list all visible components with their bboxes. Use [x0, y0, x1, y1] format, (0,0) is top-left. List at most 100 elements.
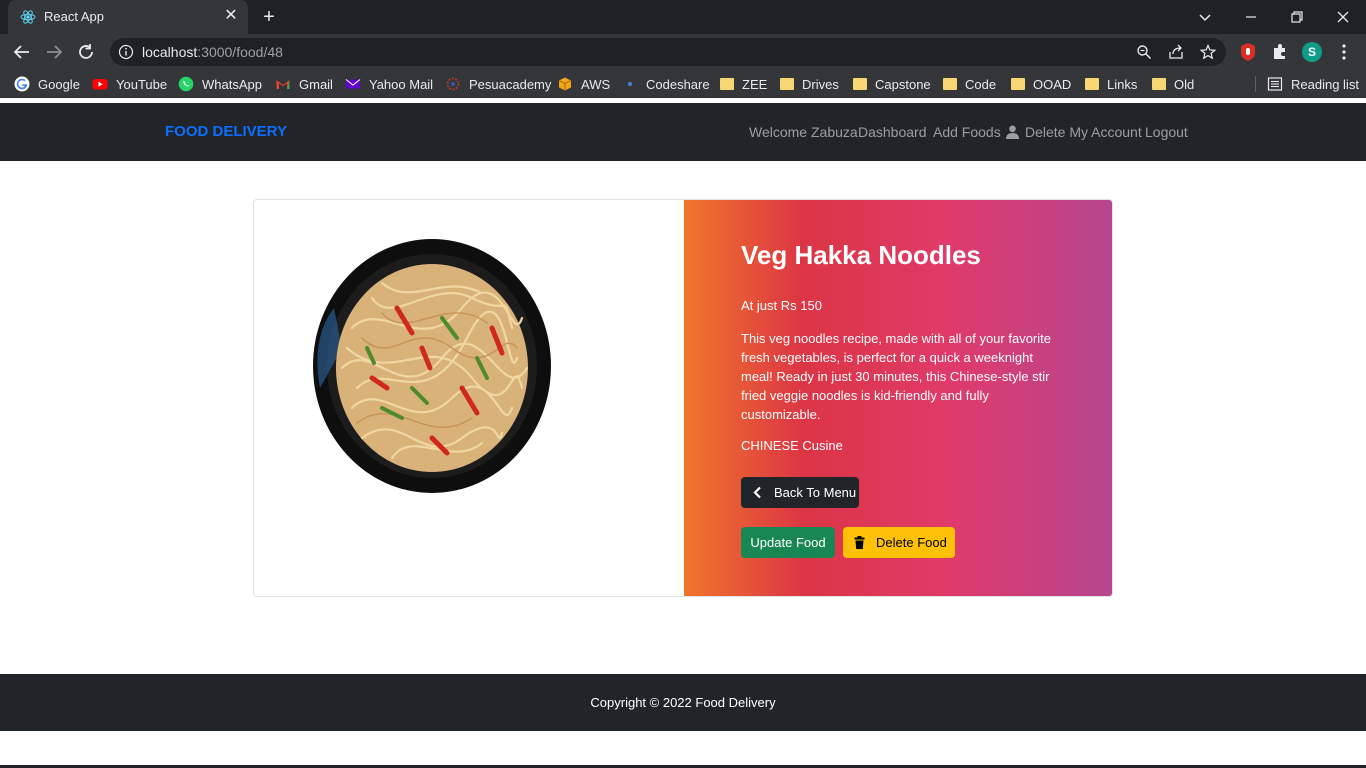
restore-icon[interactable]	[1286, 6, 1308, 28]
more-menu-icon[interactable]	[1334, 42, 1354, 62]
food-price: At just Rs 150	[741, 298, 822, 313]
bookmark-label: Pesuacademy	[469, 76, 552, 92]
back-to-menu-button[interactable]: Back To Menu	[741, 477, 859, 508]
reading-list-button[interactable]: Reading list	[1267, 75, 1359, 93]
bookmark-google[interactable]: Google	[14, 75, 80, 93]
food-cuisine: CHINESE Cusine	[741, 438, 843, 453]
back-arrow-icon[interactable]	[11, 41, 33, 63]
bookmark-aws[interactable]: AWS	[557, 75, 610, 93]
extension-hand-icon[interactable]	[1238, 42, 1258, 62]
site-info-icon[interactable]	[118, 44, 134, 60]
food-name: Veg Hakka Noodles	[741, 240, 981, 270]
food-info-panel: Veg Hakka Noodles At just Rs 150 This ve…	[684, 200, 1112, 596]
close-tab-icon[interactable]: ✕	[223, 8, 239, 24]
bookmark-label: Capstone	[875, 76, 931, 92]
extensions-puzzle-icon[interactable]	[1270, 42, 1290, 62]
update-food-label: Update Food	[750, 535, 826, 550]
delete-food-label: Delete Food	[876, 535, 947, 550]
browser-tabstrip: React App ✕ +	[0, 0, 1366, 34]
chevron-left-icon	[753, 486, 761, 499]
bookmark-label: Drives	[802, 76, 839, 92]
bookmark-label: Code	[965, 76, 997, 92]
reload-icon[interactable]	[75, 41, 97, 63]
gmail-icon	[276, 80, 290, 89]
whatsapp-icon	[178, 76, 194, 92]
bookmark-folder-ooad[interactable]: OOAD	[1011, 75, 1071, 93]
bookmark-folder-zee[interactable]: ZEE	[720, 75, 767, 93]
food-detail-card: Veg Hakka Noodles At just Rs 150 This ve…	[253, 199, 1113, 597]
codeshare-icon	[627, 81, 633, 87]
food-description: This veg noodles recipe, made with all o…	[741, 331, 1051, 422]
update-food-button[interactable]: Update Food	[741, 527, 835, 558]
url-text: localhost:3000/food/48	[142, 44, 283, 60]
bookmark-folder-drives[interactable]: Drives	[780, 75, 839, 93]
folder-icon	[720, 78, 734, 90]
user-icon	[1006, 125, 1019, 139]
bookmark-label: Codeshare	[646, 76, 710, 92]
nav-delete-account[interactable]: Delete My Account	[1025, 124, 1142, 140]
bookmarks-bar: Google YouTube WhatsApp Gmail Yahoo Mail…	[0, 70, 1366, 98]
nav-logout[interactable]: Logout	[1145, 124, 1188, 140]
nav-add-foods[interactable]: Add Foods	[933, 124, 1001, 140]
pesuacademy-icon	[446, 77, 460, 91]
bookmark-label: Links	[1107, 76, 1138, 92]
bookmark-whatsapp[interactable]: WhatsApp	[178, 75, 262, 93]
bookmark-label: OOAD	[1033, 76, 1072, 92]
address-bar[interactable]: localhost:3000/food/48	[110, 38, 1226, 66]
bookmark-label: ZEE	[742, 76, 768, 92]
bookmark-label: Google	[38, 76, 80, 92]
page-footer: Copyright © 2022 Food Delivery	[0, 674, 1366, 731]
browser-tab[interactable]: React App ✕	[8, 0, 248, 34]
url-host: localhost	[142, 44, 198, 60]
bookmark-gmail[interactable]: Gmail	[275, 75, 333, 93]
minimize-icon[interactable]	[1240, 6, 1262, 28]
close-window-icon[interactable]	[1332, 6, 1354, 28]
react-icon	[20, 10, 36, 24]
trash-icon	[854, 536, 865, 549]
food-image-panel	[254, 200, 684, 596]
folder-icon	[853, 78, 867, 90]
bookmark-star-icon[interactable]	[1200, 44, 1216, 60]
back-to-menu-label: Back To Menu	[774, 485, 857, 500]
app-navbar: FOOD DELIVERY Welcome Zabuza Dashboard A…	[0, 103, 1366, 161]
folder-icon	[943, 78, 957, 90]
bookmarks-divider	[1255, 76, 1256, 92]
bookmark-folder-code[interactable]: Code	[943, 75, 996, 93]
youtube-icon	[92, 79, 108, 90]
google-icon	[14, 76, 30, 92]
browser-toolbar: localhost:3000/food/48 S	[0, 34, 1366, 70]
profile-avatar[interactable]: S	[1302, 42, 1322, 62]
aws-icon	[558, 77, 572, 91]
folder-icon	[1152, 78, 1166, 90]
bookmark-folder-capstone[interactable]: Capstone	[853, 75, 931, 93]
bookmark-label: AWS	[581, 76, 611, 92]
bookmark-folder-old[interactable]: Old	[1152, 75, 1194, 93]
reading-list-label: Reading list	[1291, 76, 1359, 92]
bookmark-label: Old	[1174, 76, 1195, 92]
bookmark-yahoo-mail[interactable]: Yahoo Mail	[345, 75, 433, 93]
bookmark-label: Yahoo Mail	[369, 76, 434, 92]
tab-search-icon[interactable]	[1194, 6, 1216, 28]
bookmark-youtube[interactable]: YouTube	[92, 75, 167, 93]
folder-icon	[780, 78, 794, 90]
footer-copyright: Copyright © 2022 Food Delivery	[590, 695, 776, 710]
nav-dashboard[interactable]: Dashboard	[858, 124, 927, 140]
delete-food-button[interactable]: Delete Food	[843, 527, 955, 558]
bookmark-label: WhatsApp	[202, 76, 262, 92]
folder-icon	[1011, 78, 1025, 90]
new-tab-button[interactable]: +	[258, 6, 280, 28]
bookmark-codeshare[interactable]: Codeshare	[622, 75, 710, 93]
folder-icon	[1085, 78, 1099, 90]
forward-arrow-icon[interactable]	[43, 41, 65, 63]
bookmark-pesuacademy[interactable]: Pesuacademy	[445, 75, 551, 93]
food-image	[313, 239, 551, 493]
brand-link[interactable]: FOOD DELIVERY	[165, 123, 287, 140]
zoom-icon[interactable]	[1136, 44, 1152, 60]
bookmark-label: YouTube	[116, 76, 168, 92]
bookmark-folder-links[interactable]: Links	[1085, 75, 1137, 93]
welcome-text: Welcome Zabuza	[749, 124, 858, 140]
bookmark-label: Gmail	[299, 76, 333, 92]
share-icon[interactable]	[1168, 44, 1184, 60]
tab-title: React App	[44, 9, 104, 24]
reading-list-icon	[1267, 77, 1283, 91]
